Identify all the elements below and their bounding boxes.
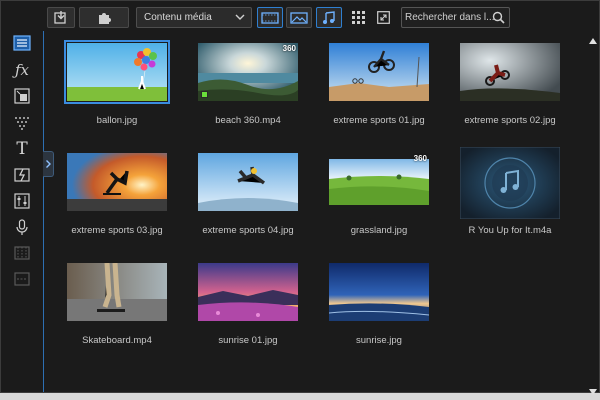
media-item[interactable]: R You Up for It.m4a (450, 147, 570, 252)
media-room-icon (13, 35, 31, 51)
badge-360: 360 (413, 154, 427, 163)
grid-view-button[interactable] (352, 11, 366, 29)
media-thumbnail[interactable] (67, 263, 167, 321)
fx-room-icon: ƒx (14, 61, 29, 79)
video-filter-button[interactable] (257, 7, 283, 28)
content-filter-label: Contenu média (144, 12, 212, 23)
media-filename: sunrise.jpg (356, 335, 402, 346)
expand-panel-tab[interactable] (43, 151, 54, 177)
media-filename: Skateboard.mp4 (82, 335, 152, 346)
content-filter-dropdown[interactable]: Contenu média (136, 7, 252, 28)
plugins-puzzle-icon (99, 12, 111, 24)
media-thumbnail[interactable] (329, 43, 429, 101)
media-item[interactable]: sunrise 01.jpg (188, 257, 308, 362)
media-item[interactable]: extreme sports 01.jpg (319, 37, 439, 142)
transition-room-button[interactable] (11, 165, 33, 185)
media-filename: extreme sports 02.jpg (464, 115, 556, 126)
media-thumbnail[interactable] (329, 263, 429, 321)
search-icon[interactable] (492, 11, 505, 31)
media-thumbnail[interactable]: 360 (329, 153, 429, 211)
audio-filter-button[interactable] (316, 7, 342, 28)
media-item[interactable]: extreme sports 03.jpg (57, 147, 177, 252)
media-filename: extreme sports 04.jpg (202, 225, 294, 236)
voice-over-button[interactable] (11, 217, 33, 237)
media-item[interactable]: sunrise.jpg (319, 257, 439, 362)
image-filter-icon (290, 11, 308, 24)
rail-divider (43, 31, 44, 392)
media-filename: ballon.jpg (96, 115, 138, 126)
toolbar: Contenu média Rechercher dans l... (43, 4, 593, 31)
media-library-panel: Contenu média Rechercher dans l... ƒx T … (0, 0, 600, 395)
grid-view-icon (352, 11, 365, 24)
media-thumbnail[interactable] (460, 43, 560, 101)
title-room-button[interactable]: T (11, 139, 33, 159)
media-filename: extreme sports 01.jpg (333, 115, 425, 126)
media-item[interactable]: extreme sports 04.jpg (188, 147, 308, 252)
scroll-up-arrow[interactable] (589, 31, 597, 49)
chapter-room-icon (14, 246, 30, 260)
media-thumbnail[interactable] (198, 263, 298, 321)
media-thumbnail[interactable] (67, 153, 167, 211)
expand-button[interactable] (377, 11, 390, 29)
expand-icon (377, 11, 390, 24)
media-thumbnail[interactable] (460, 147, 560, 219)
media-thumbnail[interactable] (64, 40, 170, 104)
search-input[interactable]: Rechercher dans l... (401, 7, 510, 28)
media-grid: ballon.jpg 360 beach 360.mp4 extreme spo… (57, 37, 577, 377)
import-media-button[interactable] (47, 7, 75, 28)
badge-360: 360 (282, 44, 296, 53)
media-filename: beach 360.mp4 (215, 115, 281, 126)
media-item[interactable]: ballon.jpg (57, 37, 177, 142)
media-thumbnail[interactable]: 360 (198, 43, 298, 101)
particle-room-icon (15, 117, 29, 130)
fx-room-button[interactable]: ƒx (11, 60, 33, 80)
media-filename: R You Up for It.m4a (468, 225, 552, 236)
pip-room-button[interactable] (11, 86, 33, 106)
media-item[interactable]: 360 grassland.jpg (319, 147, 439, 252)
subtitle-room-button[interactable] (11, 269, 33, 289)
transition-room-icon (14, 168, 30, 182)
video-filter-icon (261, 11, 279, 24)
chevron-down-icon (235, 8, 245, 34)
import-media-icon (54, 10, 66, 24)
plugins-button[interactable] (79, 7, 129, 28)
title-room-icon: T (16, 139, 28, 159)
media-thumbnail[interactable] (198, 153, 298, 211)
chapter-room-button[interactable] (11, 243, 33, 263)
chevron-right-icon (45, 160, 51, 168)
pip-room-icon (14, 88, 30, 104)
media-filename: extreme sports 03.jpg (71, 225, 163, 236)
room-rail: ƒx T (1, 31, 43, 392)
subtitle-room-icon (14, 272, 30, 286)
image-filter-button[interactable] (286, 7, 312, 28)
audio-mixing-room-button[interactable] (11, 191, 33, 211)
triangle-up-icon (589, 38, 597, 44)
search-placeholder: Rechercher dans l... (405, 12, 495, 23)
media-item[interactable]: 360 beach 360.mp4 (188, 37, 308, 142)
media-item[interactable]: extreme sports 02.jpg (450, 37, 570, 142)
triangle-down-icon (589, 389, 597, 395)
audio-mixing-room-icon (14, 193, 30, 209)
particle-room-button[interactable] (11, 113, 33, 133)
voice-over-icon (16, 218, 28, 235)
media-filename: sunrise 01.jpg (218, 335, 278, 346)
scroll-down-arrow[interactable] (589, 382, 597, 400)
media-filename: grassland.jpg (350, 225, 408, 236)
audio-filter-icon (323, 10, 335, 24)
media-room-button[interactable] (11, 33, 33, 53)
media-item[interactable]: Skateboard.mp4 (57, 257, 177, 362)
